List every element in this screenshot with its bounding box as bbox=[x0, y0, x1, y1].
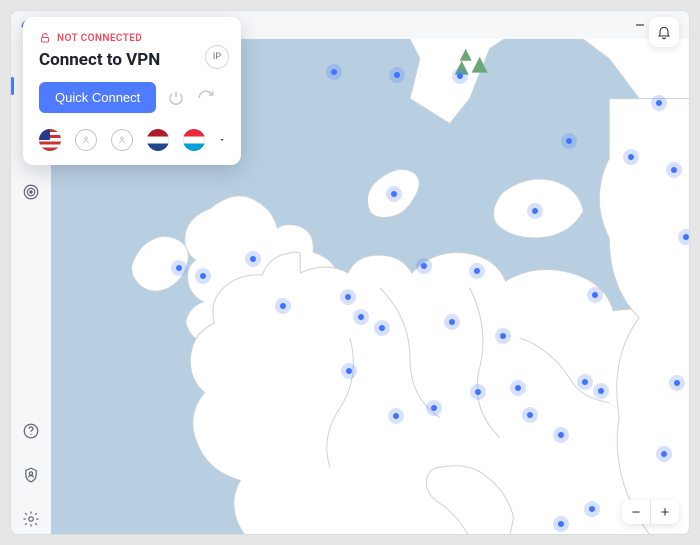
preset-flag-lu[interactable] bbox=[183, 129, 205, 151]
server-pin[interactable] bbox=[452, 68, 468, 84]
preset-empty-1[interactable] bbox=[75, 129, 97, 151]
help-icon[interactable] bbox=[16, 416, 46, 446]
refresh-icon[interactable] bbox=[196, 88, 216, 108]
server-pin[interactable] bbox=[553, 516, 569, 532]
server-pin[interactable] bbox=[326, 64, 342, 80]
server-pin[interactable] bbox=[444, 314, 460, 330]
server-pin[interactable] bbox=[386, 186, 402, 202]
ip-info-button[interactable]: IP bbox=[205, 45, 229, 69]
profile-shield-icon[interactable] bbox=[16, 460, 46, 490]
power-icon[interactable] bbox=[166, 88, 186, 108]
preset-flag-us[interactable] bbox=[39, 129, 61, 151]
server-pin[interactable] bbox=[510, 380, 526, 396]
preset-flag-nl[interactable] bbox=[147, 129, 169, 151]
quick-connect-button[interactable]: Quick Connect bbox=[39, 82, 156, 113]
unlocked-icon bbox=[39, 29, 51, 48]
notifications-button[interactable] bbox=[649, 17, 679, 47]
server-pin[interactable] bbox=[469, 263, 485, 279]
server-pin[interactable] bbox=[651, 95, 667, 111]
server-pin[interactable] bbox=[678, 229, 689, 245]
zoom-controls: − + bbox=[622, 500, 679, 524]
connection-status: NOT CONNECTED bbox=[57, 33, 142, 44]
server-pin[interactable] bbox=[656, 446, 672, 462]
server-pin[interactable] bbox=[587, 287, 603, 303]
server-pin[interactable] bbox=[416, 258, 432, 274]
server-pin[interactable] bbox=[666, 162, 682, 178]
app-window: NordVPN bbox=[10, 10, 690, 535]
settings-icon[interactable] bbox=[16, 504, 46, 534]
server-pin[interactable] bbox=[426, 400, 442, 416]
zoom-out-button[interactable]: − bbox=[622, 500, 650, 524]
server-pin[interactable] bbox=[593, 383, 609, 399]
server-pin[interactable] bbox=[171, 260, 187, 276]
server-pin[interactable] bbox=[577, 374, 593, 390]
card-title: Connect to VPN bbox=[39, 50, 225, 70]
server-pin[interactable] bbox=[195, 268, 211, 284]
preset-empty-2[interactable] bbox=[111, 129, 133, 151]
server-pin[interactable] bbox=[669, 375, 685, 391]
server-pin[interactable] bbox=[340, 289, 356, 305]
server-pin[interactable] bbox=[389, 67, 405, 83]
zoom-in-button[interactable]: + bbox=[651, 500, 679, 524]
server-pin[interactable] bbox=[527, 203, 543, 219]
server-pin[interactable] bbox=[374, 320, 390, 336]
server-pin[interactable] bbox=[341, 363, 357, 379]
preset-row bbox=[39, 129, 225, 151]
server-pin[interactable] bbox=[522, 407, 538, 423]
radar-icon[interactable] bbox=[16, 177, 46, 207]
server-pin[interactable] bbox=[245, 251, 261, 267]
server-pin[interactable] bbox=[470, 384, 486, 400]
connection-card: NOT CONNECTED Connect to VPN IP Quick Co… bbox=[23, 17, 241, 165]
server-pin[interactable] bbox=[388, 408, 404, 424]
server-pin[interactable] bbox=[353, 309, 369, 325]
server-pin[interactable] bbox=[623, 149, 639, 165]
server-pin[interactable] bbox=[553, 427, 569, 443]
server-pin[interactable] bbox=[495, 328, 511, 344]
sidebar-active-indicator bbox=[11, 77, 14, 95]
server-pin[interactable] bbox=[275, 298, 291, 314]
server-pin[interactable] bbox=[584, 501, 600, 517]
server-pin[interactable] bbox=[561, 133, 577, 149]
preset-expand-button[interactable] bbox=[219, 129, 225, 151]
